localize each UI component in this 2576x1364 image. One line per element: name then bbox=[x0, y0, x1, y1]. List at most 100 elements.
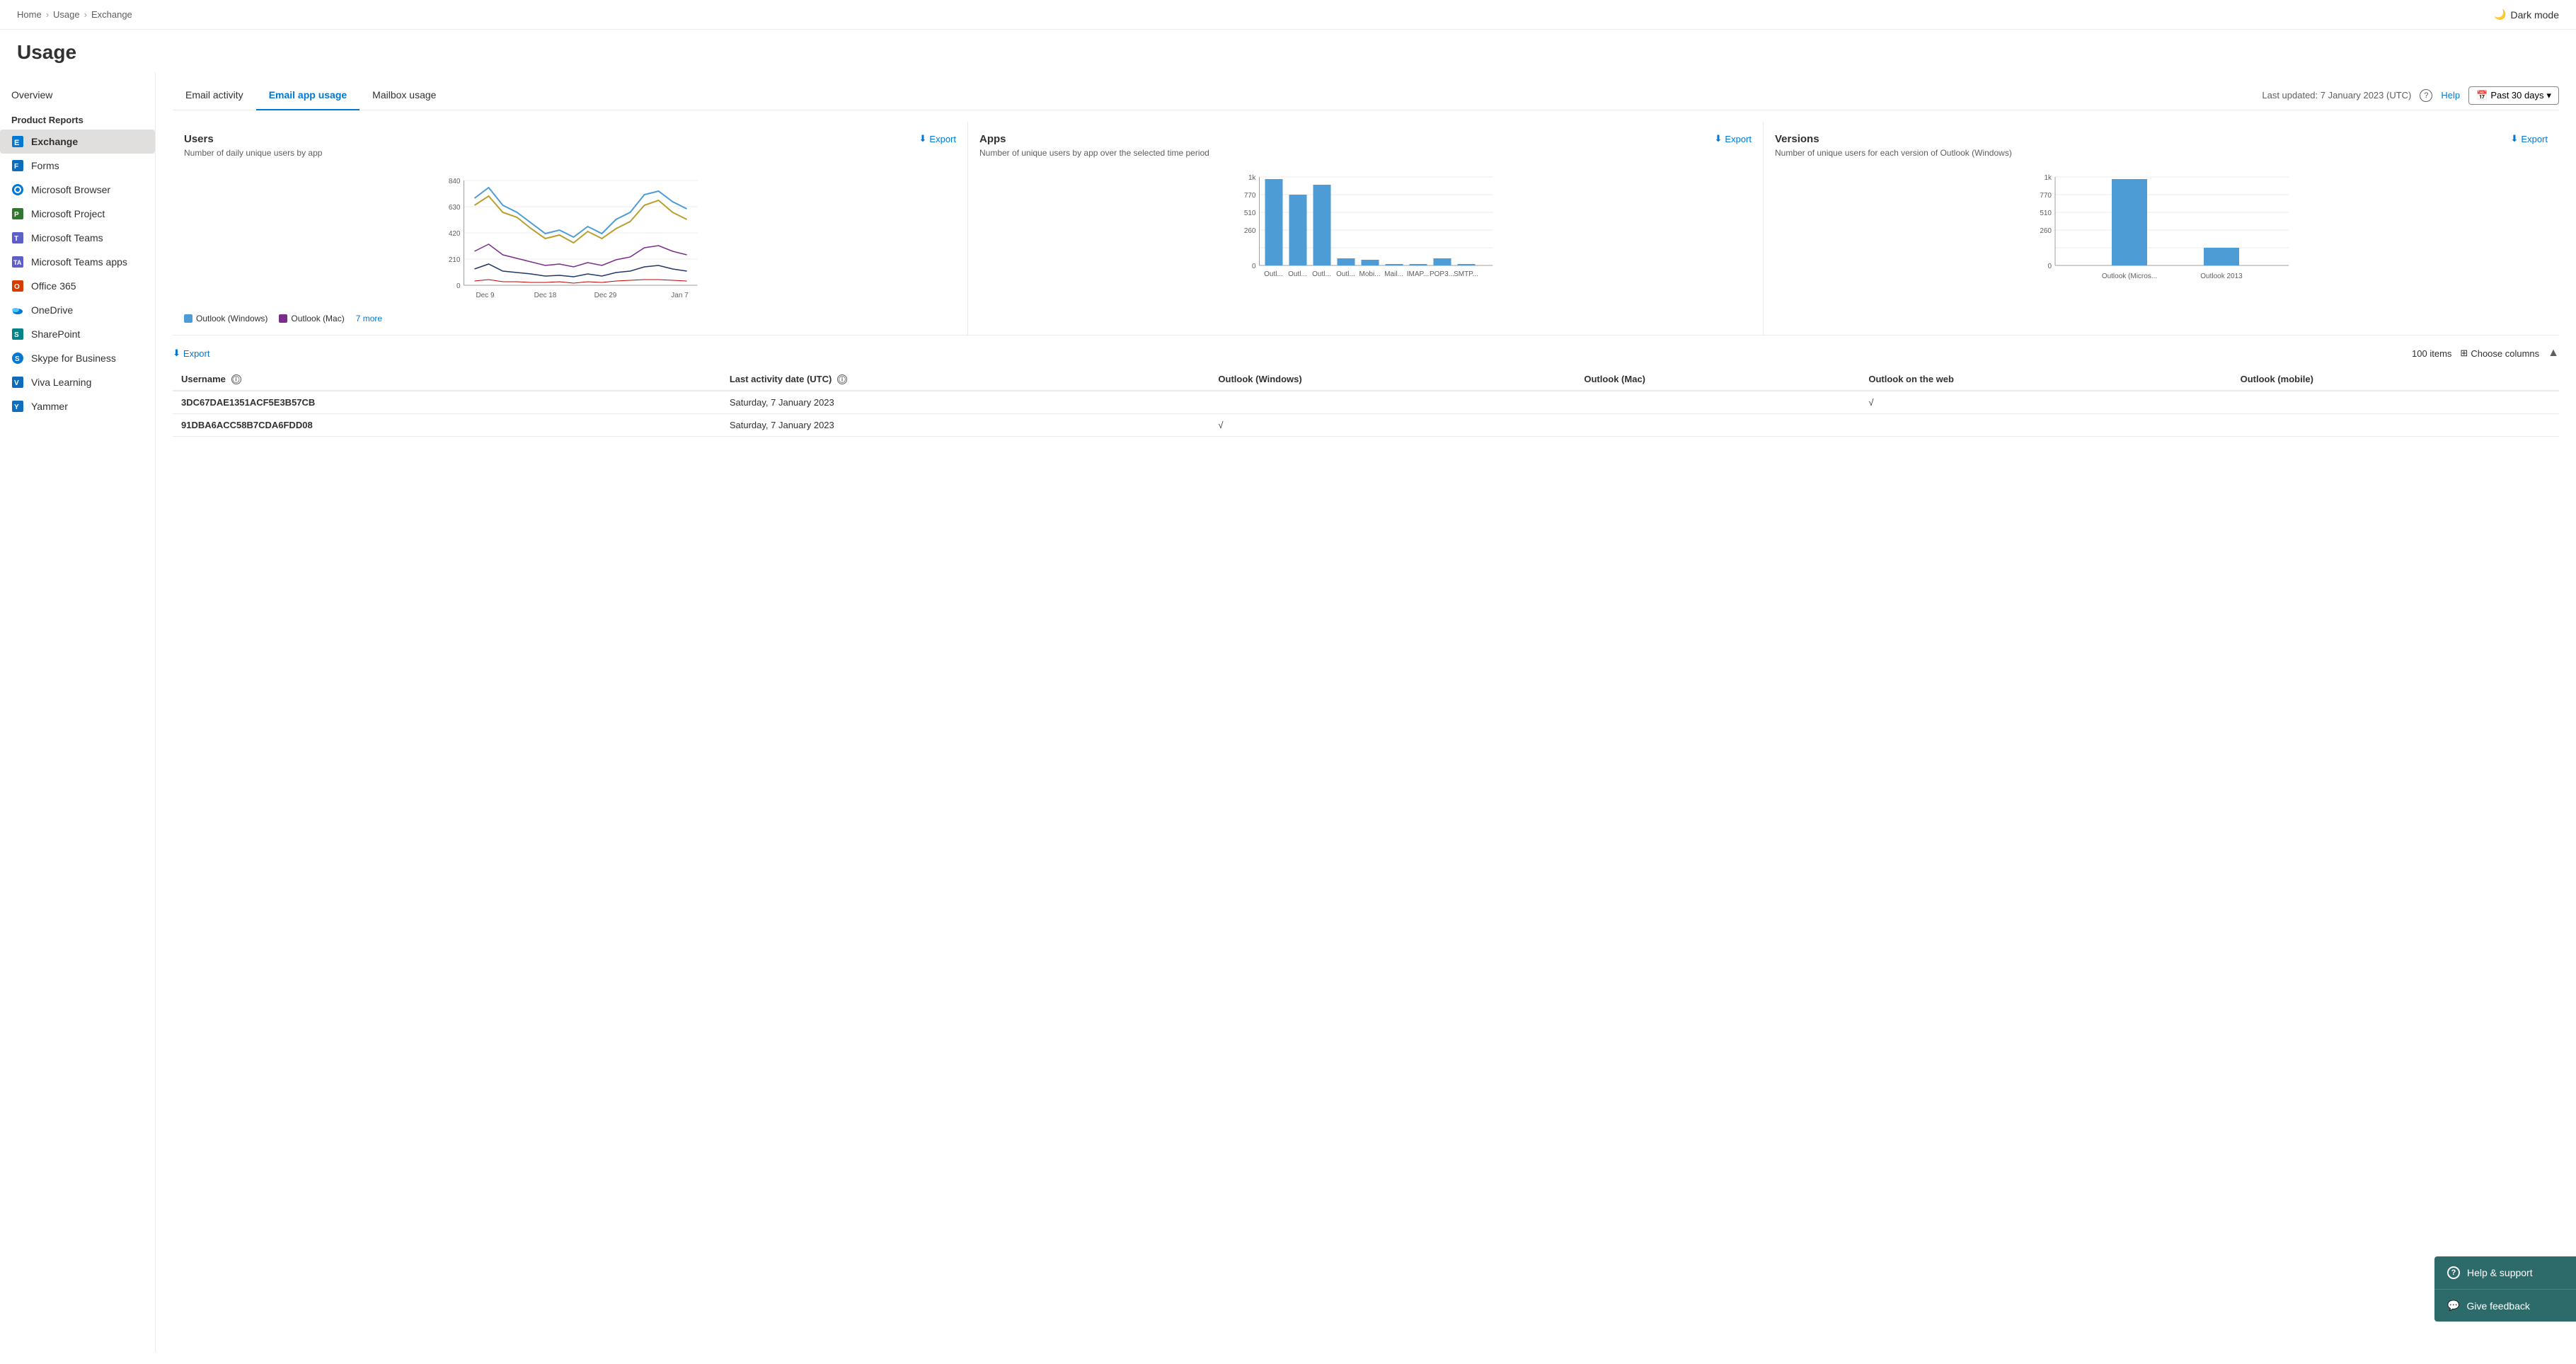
svg-text:510: 510 bbox=[1244, 210, 1256, 217]
download-icon-versions: ⬇ bbox=[2511, 133, 2519, 144]
sidebar-label-yammer: Yammer bbox=[31, 401, 68, 412]
sidebar-label-teams: Microsoft Teams bbox=[31, 232, 103, 243]
svg-text:Outl...: Outl... bbox=[1264, 270, 1283, 278]
breadcrumb-home[interactable]: Home bbox=[17, 9, 42, 20]
cell-username-1: 3DC67DAE1351ACF5E3B57CB bbox=[173, 391, 721, 414]
breadcrumb-sep2: › bbox=[84, 9, 87, 20]
legend-label-windows: Outlook (Windows) bbox=[196, 314, 268, 323]
col-header-username: Username ⓘ bbox=[173, 368, 721, 391]
svg-text:Outl...: Outl... bbox=[1288, 270, 1307, 278]
period-selector[interactable]: 📅 Past 30 days ▾ bbox=[2468, 86, 2559, 105]
tab-email-activity[interactable]: Email activity bbox=[173, 81, 256, 110]
export-users-button[interactable]: ⬇ Export bbox=[919, 133, 956, 144]
calendar-icon: 📅 bbox=[2476, 90, 2488, 101]
table-body: 3DC67DAE1351ACF5E3B57CB Saturday, 7 Janu… bbox=[173, 391, 2559, 437]
cell-username-2: 91DBA6ACC58B7CDA6FDD08 bbox=[173, 414, 721, 437]
svg-text:SMTP...: SMTP... bbox=[1454, 270, 1478, 278]
sidebar-item-microsoft-browser[interactable]: Microsoft Browser bbox=[0, 178, 155, 202]
chart-header-versions: Versions ⬇ Export bbox=[1775, 133, 2548, 145]
legend-outlook-mac: Outlook (Mac) bbox=[279, 314, 344, 323]
sidebar-item-microsoft-project[interactable]: P Microsoft Project bbox=[0, 202, 155, 226]
sidebar-item-skype[interactable]: S Skype for Business bbox=[0, 346, 155, 370]
svg-text:Jan 7: Jan 7 bbox=[671, 292, 689, 299]
onedrive-icon bbox=[11, 304, 24, 316]
cell-outlook-mac-1 bbox=[1575, 391, 1860, 414]
breadcrumb-exchange: Exchange bbox=[91, 9, 132, 20]
chart-subtitle-versions: Number of unique users for each version … bbox=[1775, 148, 2548, 158]
sidebar-item-viva-learning[interactable]: V Viva Learning bbox=[0, 370, 155, 394]
chart-header-apps: Apps ⬇ Export bbox=[979, 133, 1752, 145]
svg-text:P: P bbox=[14, 211, 19, 219]
help-support-icon: ? bbox=[2447, 1266, 2460, 1279]
moon-icon: 🌙 bbox=[2494, 8, 2506, 21]
give-feedback-button[interactable]: 💬 Give feedback bbox=[2434, 1290, 2576, 1322]
help-support-button[interactable]: ? Help & support bbox=[2434, 1256, 2576, 1290]
sidebar-item-office365[interactable]: O Office 365 bbox=[0, 274, 155, 298]
download-icon-table: ⬇ bbox=[173, 348, 180, 359]
cell-outlook-mac-2 bbox=[1575, 414, 1860, 437]
sidebar-item-onedrive[interactable]: OneDrive bbox=[0, 298, 155, 322]
svg-text:S: S bbox=[14, 331, 19, 339]
svg-text:1k: 1k bbox=[1248, 174, 1257, 182]
dark-mode-label: Dark mode bbox=[2511, 9, 2559, 21]
scroll-up-icon[interactable]: ▲ bbox=[2548, 347, 2559, 360]
last-activity-info-icon[interactable]: ⓘ bbox=[837, 374, 847, 384]
sidebar-item-forms[interactable]: F Forms bbox=[0, 154, 155, 178]
svg-text:Y: Y bbox=[14, 403, 19, 411]
chart-legend-users: Outlook (Windows) Outlook (Mac) 7 more bbox=[184, 314, 956, 323]
line-chart-svg: 840 630 420 210 0 Dec 9 Dec 18 Dec 29 Ja… bbox=[184, 166, 956, 308]
sidebar-section-product-reports: Product Reports bbox=[0, 106, 155, 130]
legend-outlook-windows: Outlook (Windows) bbox=[184, 314, 268, 323]
tab-email-app-usage[interactable]: Email app usage bbox=[256, 81, 360, 110]
svg-text:Outl...: Outl... bbox=[1336, 270, 1355, 278]
cell-outlook-web-1: √ bbox=[1860, 391, 2231, 414]
svg-text:T: T bbox=[14, 235, 18, 243]
legend-color-mac bbox=[279, 314, 287, 323]
sidebar-label-teams-apps: Microsoft Teams apps bbox=[31, 256, 127, 268]
tab-mailbox-usage[interactable]: Mailbox usage bbox=[360, 81, 449, 110]
sidebar-item-exchange[interactable]: E Exchange bbox=[0, 130, 155, 154]
sidebar-item-microsoft-teams-apps[interactable]: TA Microsoft Teams apps bbox=[0, 250, 155, 274]
cell-outlook-windows-1 bbox=[1209, 391, 1575, 414]
export-apps-button[interactable]: ⬇ Export bbox=[1715, 133, 1752, 144]
sidebar-item-yammer[interactable]: Y Yammer bbox=[0, 394, 155, 418]
sidebar-item-sharepoint[interactable]: S SharePoint bbox=[0, 322, 155, 346]
help-link[interactable]: Help bbox=[2441, 90, 2460, 101]
office365-icon: O bbox=[11, 280, 24, 292]
export-versions-button[interactable]: ⬇ Export bbox=[2511, 133, 2548, 144]
table-toolbar: ⬇ Export 100 items ⊞ Choose columns ▲ bbox=[173, 347, 2559, 360]
sharepoint-icon: S bbox=[11, 328, 24, 340]
legend-more-link[interactable]: 7 more bbox=[356, 314, 382, 323]
sidebar-label-exchange: Exchange bbox=[31, 136, 78, 147]
dark-mode-button[interactable]: 🌙 Dark mode bbox=[2494, 8, 2559, 21]
download-icon: ⬇ bbox=[919, 133, 927, 144]
table-export-button[interactable]: ⬇ Export bbox=[173, 348, 209, 359]
svg-text:1k: 1k bbox=[2044, 174, 2052, 182]
top-bar: Home › Usage › Exchange 🌙 Dark mode bbox=[0, 0, 2576, 30]
table-header-row: Username ⓘ Last activity date (UTC) ⓘ Ou… bbox=[173, 368, 2559, 391]
columns-icon: ⊞ bbox=[2460, 348, 2468, 359]
svg-text:840: 840 bbox=[449, 178, 461, 185]
sidebar-item-overview[interactable]: Overview bbox=[0, 84, 155, 106]
svg-text:770: 770 bbox=[2040, 192, 2052, 200]
svg-text:260: 260 bbox=[2040, 227, 2052, 235]
tabs-bar: Email activity Email app usage Mailbox u… bbox=[173, 72, 2559, 110]
svg-text:0: 0 bbox=[2047, 263, 2052, 270]
breadcrumb-usage[interactable]: Usage bbox=[53, 9, 80, 20]
skype-icon: S bbox=[11, 352, 24, 365]
help-support-label: Help & support bbox=[2467, 1267, 2533, 1278]
sidebar-label-forms: Forms bbox=[31, 160, 59, 171]
floating-panel: ? Help & support 💬 Give feedback bbox=[2434, 1256, 2576, 1322]
col-header-outlook-mobile: Outlook (mobile) bbox=[2232, 368, 2559, 391]
col-header-outlook-web: Outlook on the web bbox=[1860, 368, 2231, 391]
chart-panel-users: Users ⬇ Export Number of daily unique us… bbox=[173, 122, 968, 335]
period-label: Past 30 days bbox=[2490, 90, 2543, 101]
sidebar-item-microsoft-teams[interactable]: T Microsoft Teams bbox=[0, 226, 155, 250]
choose-columns-button[interactable]: ⊞ Choose columns bbox=[2460, 348, 2539, 359]
chart-panel-apps: Apps ⬇ Export Number of unique users by … bbox=[968, 122, 1764, 335]
username-info-icon[interactable]: ⓘ bbox=[231, 374, 241, 384]
table-meta: 100 items ⊞ Choose columns ▲ bbox=[2412, 347, 2559, 360]
teams-apps-icon: TA bbox=[11, 256, 24, 268]
svg-text:Dec 18: Dec 18 bbox=[534, 292, 557, 299]
project-icon: P bbox=[11, 207, 24, 220]
